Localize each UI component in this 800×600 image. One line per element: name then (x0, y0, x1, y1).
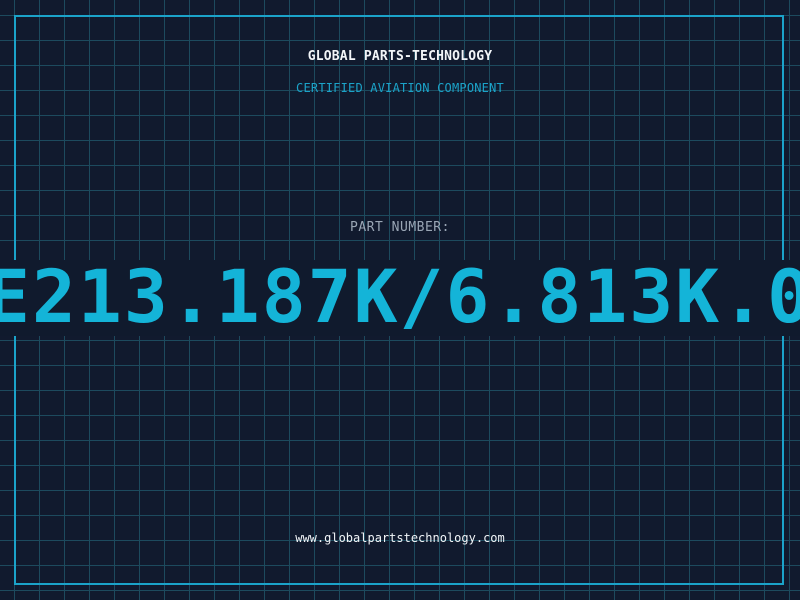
website-url: www.globalpartstechnology.com (295, 531, 505, 545)
certification-tagline: CERTIFIED AVIATION COMPONENT (296, 81, 504, 95)
part-number-value: E213.187K/6.813K.0 (0, 260, 800, 336)
part-number-band: E213.187K/6.813K.0 (0, 260, 800, 336)
company-name: GLOBAL PARTS-TECHNOLOGY (307, 49, 493, 64)
part-number-label: PART NUMBER: (350, 220, 450, 235)
